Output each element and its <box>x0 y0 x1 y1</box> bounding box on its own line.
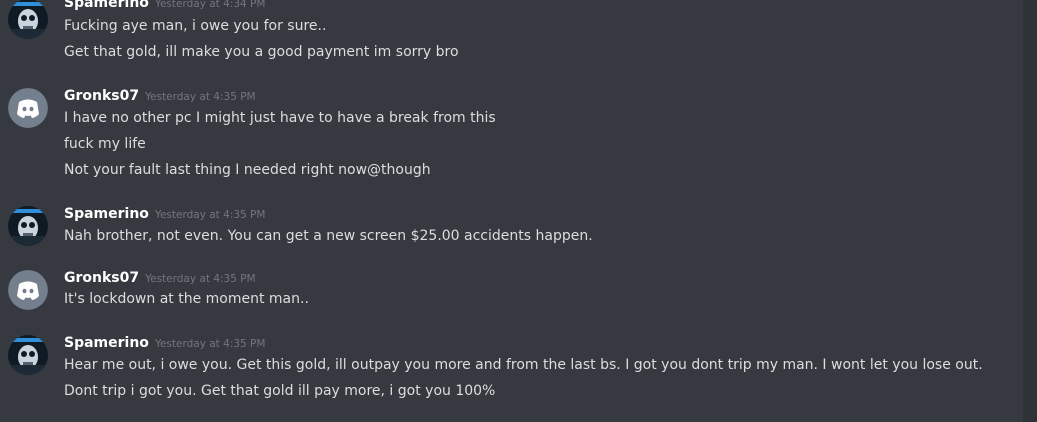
discord-logo-icon <box>8 88 48 128</box>
username[interactable]: Gronks07 Yesterday at 4:35 PM <box>64 86 256 106</box>
timestamp: Yesterday at 4:35 PM <box>145 273 256 285</box>
message-line: I have no other pc I might just have to … <box>64 110 496 126</box>
message-line: Get that gold, ill make you a good payme… <box>64 44 459 60</box>
author-name[interactable]: Spamerino <box>64 335 149 351</box>
username[interactable]: Spamerino Yesterday at 4:35 PM <box>64 333 265 353</box>
timestamp: Yesterday at 4:34 PM <box>154 0 266 10</box>
timestamp: Yesterday at 4:35 PM <box>154 338 266 350</box>
author-name[interactable]: Gronks07 <box>64 270 139 286</box>
chat-messages: Spamerino Yesterday at 4:34 PM Fucking ay… <box>0 0 1037 422</box>
author-name[interactable]: Gronks07 <box>64 88 139 104</box>
message-line: fuck my life <box>64 136 146 152</box>
avatar[interactable] <box>8 270 48 310</box>
timestamp: Yesterday at 4:35 PM <box>154 209 266 221</box>
avatar[interactable] <box>8 0 48 39</box>
message-line: Not your fault last thing I needed right… <box>64 162 431 178</box>
skull-avatar-icon <box>8 206 48 246</box>
username[interactable]: Spamerino Yesterday at 4:34 PM <box>64 0 265 13</box>
author-name[interactable]: Spamerino <box>64 206 149 222</box>
message-line: Hear me out, i owe you. Get this gold, i… <box>64 357 983 373</box>
message-line: Dont trip i got you. Get that gold ill p… <box>64 383 496 399</box>
message-line: Nah brother, not even. You can get a new… <box>64 228 593 244</box>
message-line: It's lockdown at the moment man.. <box>64 291 309 307</box>
username[interactable]: Spamerino Yesterday at 4:35 PM <box>64 204 265 224</box>
avatar[interactable] <box>8 206 48 246</box>
skull-avatar-icon <box>8 0 48 39</box>
avatar[interactable] <box>8 88 48 128</box>
username[interactable]: Gronks07 Yesterday at 4:35 PM <box>64 268 256 288</box>
message-line: Fucking aye man, i owe you for sure.. <box>64 18 327 34</box>
discord-logo-icon <box>8 270 48 310</box>
timestamp: Yesterday at 4:35 PM <box>145 91 256 103</box>
scrollbar[interactable] <box>1023 0 1037 422</box>
author-name[interactable]: Spamerino <box>64 0 149 11</box>
skull-avatar-icon <box>8 335 48 375</box>
avatar[interactable] <box>8 335 48 375</box>
